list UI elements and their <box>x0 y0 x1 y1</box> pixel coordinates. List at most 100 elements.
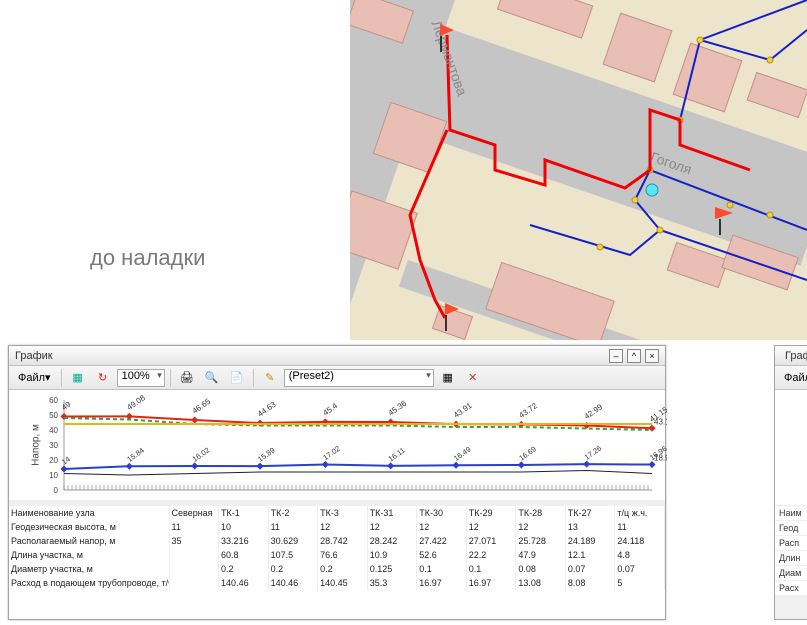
chart-toolbar: Файл ▾ ▦ ↻ 100% 🖨 🔍 📄 ✎ (Preset2) ▦ ✕ <box>9 366 665 390</box>
table-cell: 0.125 <box>367 562 417 576</box>
flag-icon <box>440 24 454 36</box>
apply-icon[interactable]: ▦ <box>437 368 459 388</box>
table-cell: 30.629 <box>268 534 318 548</box>
delete-icon[interactable]: ✕ <box>462 368 484 388</box>
row-label: Диаметр участка, м <box>9 562 169 576</box>
table-cell <box>169 548 219 562</box>
svg-text:0: 0 <box>54 486 59 495</box>
flag-icon <box>445 303 459 315</box>
svg-text:44.63: 44.63 <box>256 400 278 419</box>
page-setup-icon[interactable]: 📄 <box>226 368 248 388</box>
table-cell: 28.242 <box>367 534 417 548</box>
file-menu[interactable]: Файл <box>779 368 807 388</box>
pin-button[interactable]: ^ <box>627 349 641 363</box>
table-cell: 11 <box>169 520 219 534</box>
table-cell: ТК-28 <box>516 506 566 520</box>
svg-text:18.99: 18.99 <box>654 454 667 463</box>
row-label-fragment: Расп <box>775 535 807 550</box>
table-row: Наименование узлаСевернаяТК-1ТК-2ТК-3ТК-… <box>9 506 665 520</box>
separator <box>170 369 171 387</box>
close-button[interactable]: × <box>645 349 659 363</box>
row-label-fragment: Наим <box>775 505 807 520</box>
svg-text:15.84: 15.84 <box>125 446 146 464</box>
row-label-fragment: Длин <box>775 550 807 565</box>
table-cell: 4.8 <box>615 548 665 562</box>
svg-text:43.91: 43.91 <box>452 401 474 420</box>
chart-data-table[interactable]: Наименование узлаСевернаяТК-1ТК-2ТК-3ТК-… <box>9 506 665 619</box>
edit-icon[interactable]: ✎ <box>259 368 281 388</box>
table-cell: 12.1 <box>565 548 615 562</box>
preview-icon[interactable]: 🔍 <box>201 368 223 388</box>
svg-text:20: 20 <box>49 456 58 465</box>
separator <box>253 369 254 387</box>
svg-text:10: 10 <box>49 471 58 480</box>
table-cell: 140.45 <box>318 576 368 590</box>
table-cell: 12 <box>466 520 516 534</box>
table-cell: ТК-2 <box>268 506 318 520</box>
preset-select[interactable]: (Preset2) <box>284 369 434 387</box>
row-label: Длина участка, м <box>9 548 169 562</box>
table-row: Длина участка, м60.8107.576.610.952.622.… <box>9 548 665 562</box>
table-cell: 11 <box>615 520 665 534</box>
table-cell: 35 <box>169 534 219 548</box>
table-cell: 0.2 <box>268 562 318 576</box>
map-view[interactable]: Лермонтова Гоголя <box>350 0 807 340</box>
table-cell: 8.08 <box>565 576 615 590</box>
calendar-icon[interactable]: ▦ <box>67 368 89 388</box>
table-cell: ТК-30 <box>417 506 467 520</box>
svg-text:43.72: 43.72 <box>517 401 539 420</box>
svg-text:60: 60 <box>49 396 58 405</box>
table-cell: 28.742 <box>318 534 368 548</box>
table-cell: 10 <box>219 520 269 534</box>
table-cell: 10.9 <box>367 548 417 562</box>
refresh-icon[interactable]: ↻ <box>92 368 114 388</box>
table-cell <box>169 576 219 590</box>
table-cell: 33.216 <box>219 534 269 548</box>
svg-text:14: 14 <box>60 454 72 466</box>
chart-plot[interactable]: Напор, м 01020304050604949.0846.6544.634… <box>9 390 665 500</box>
table-cell: 52.6 <box>417 548 467 562</box>
row-label: Располагаемый напор, м <box>9 534 169 548</box>
table-cell: ТК-1 <box>219 506 269 520</box>
minimize-button[interactable]: – <box>609 349 623 363</box>
table-cell: 47.9 <box>516 548 566 562</box>
table-cell: 16.97 <box>417 576 467 590</box>
table-cell: 12 <box>318 520 368 534</box>
chart-svg: 01020304050604949.0846.6544.6345.445.364… <box>9 390 667 500</box>
table-cell: 140.46 <box>219 576 269 590</box>
table-cell: 0.07 <box>615 562 665 576</box>
window-title: График <box>781 350 807 362</box>
table-cell: 16.97 <box>466 576 516 590</box>
row-label: Геодезическая высота, м <box>9 520 169 534</box>
table-cell: 0.2 <box>318 562 368 576</box>
print-icon[interactable]: 🖨 <box>176 368 198 388</box>
row-label: Наименование узла <box>9 506 169 520</box>
table-cell: 60.8 <box>219 548 269 562</box>
table-row: Геодезическая высота, м11101112121212121… <box>9 520 665 534</box>
table-cell: 22.2 <box>466 548 516 562</box>
svg-text:43.11: 43.11 <box>654 417 667 426</box>
svg-text:17.26: 17.26 <box>583 444 604 462</box>
window-title-bar[interactable]: График <box>775 346 807 366</box>
svg-text:16.02: 16.02 <box>191 445 212 463</box>
table-cell: 27.071 <box>466 534 516 548</box>
svg-text:45.4: 45.4 <box>321 401 339 418</box>
table-cell: 0.08 <box>516 562 566 576</box>
svg-text:45.36: 45.36 <box>387 398 409 417</box>
svg-text:42.99: 42.99 <box>583 402 605 421</box>
table-cell: 11 <box>268 520 318 534</box>
table-row: Диаметр участка, м0.20.20.20.1250.10.10.… <box>9 562 665 576</box>
separator <box>61 369 62 387</box>
svg-text:30: 30 <box>49 441 58 450</box>
window-title: График <box>15 350 53 362</box>
svg-text:46.65: 46.65 <box>191 396 213 415</box>
svg-text:49.08: 49.08 <box>125 393 147 412</box>
table-cell: 0.07 <box>565 562 615 576</box>
svg-text:40: 40 <box>49 426 58 435</box>
table-cell: 12 <box>516 520 566 534</box>
file-menu[interactable]: Файл ▾ <box>13 368 56 388</box>
window-title-bar[interactable]: График – ^ × <box>9 346 665 366</box>
svg-text:16.11: 16.11 <box>387 446 407 464</box>
table-cell: 35.3 <box>367 576 417 590</box>
zoom-select[interactable]: 100% <box>117 369 165 387</box>
